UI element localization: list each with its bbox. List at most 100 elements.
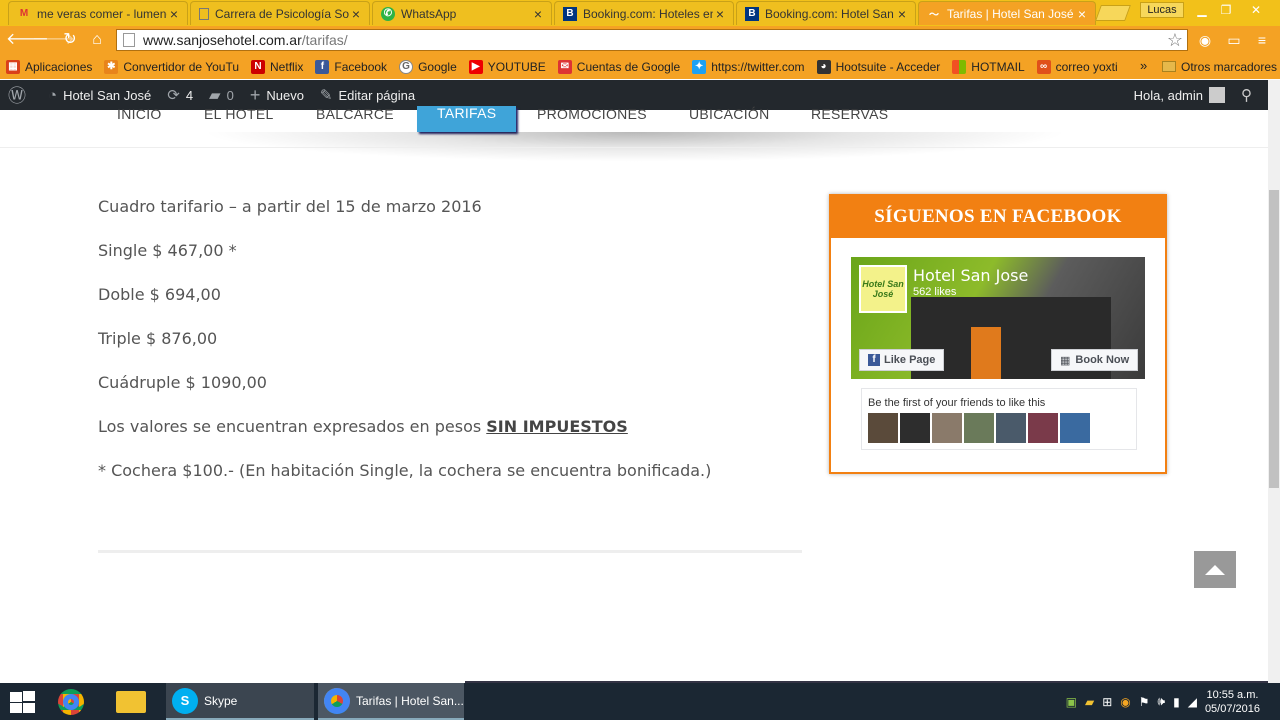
close-icon[interactable]: ×	[895, 6, 909, 22]
close-icon[interactable]: ×	[713, 6, 727, 22]
cover-photo-detail	[971, 327, 1001, 379]
taskbar-chrome[interactable]	[52, 683, 100, 720]
friend-avatar[interactable]	[1060, 413, 1090, 443]
wp-account-greeting[interactable]: Hola, admin	[1134, 88, 1203, 103]
tray-norton-icon[interactable]: ◉	[1120, 695, 1130, 709]
taskbar-skype[interactable]: S Skype	[166, 683, 314, 720]
friend-avatar[interactable]	[900, 413, 930, 443]
tray-folder-icon[interactable]: ▰	[1085, 695, 1094, 709]
friend-avatar[interactable]	[996, 413, 1026, 443]
facebook-page-name[interactable]: Hotel San Jose	[913, 266, 1028, 285]
bookmark-star-icon[interactable]: ☆	[1167, 30, 1183, 50]
wp-new-content[interactable]: + Nuevo	[242, 85, 312, 106]
facebook-widget: SÍGUENOS EN FACEBOOK Hotel San José Hote…	[829, 194, 1167, 474]
profile-button[interactable]: Lucas	[1140, 2, 1184, 18]
back-arrow-icon[interactable]: 🡐	[6, 30, 49, 50]
bookmark-cuentas-google[interactable]: ✉ Cuentas de Google	[552, 59, 686, 74]
home-icon[interactable]: ⌂	[86, 30, 108, 50]
friend-avatar[interactable]	[932, 413, 962, 443]
bookmark-label: Hootsuite - Acceder	[835, 59, 941, 74]
forward-arrow-icon[interactable]: 🡒	[32, 30, 75, 50]
tab-whatsapp[interactable]: ✆ WhatsApp ×	[372, 1, 552, 25]
bookmark-netflix[interactable]: N Netflix	[245, 59, 309, 74]
other-bookmarks-folder[interactable]: Otros marcadores	[1162, 54, 1277, 79]
bookmark-hotmail[interactable]: HOTMAIL	[946, 59, 1030, 74]
menu-icon[interactable]: ≡	[1252, 30, 1272, 50]
wp-comments-count: 0	[226, 87, 234, 103]
menu-item-el-hotel[interactable]: EL HOTEL	[204, 106, 274, 132]
extension-owl-icon[interactable]: ◉	[1195, 30, 1215, 50]
friend-avatar[interactable]	[1028, 413, 1058, 443]
bookmark-google[interactable]: G Google	[393, 59, 463, 74]
bookmark-label: Facebook	[334, 59, 388, 74]
wp-edit-label: Editar página	[338, 87, 416, 103]
system-clock[interactable]: 10:55 a.m. 05/07/2016	[1205, 688, 1260, 716]
menu-item-promociones[interactable]: PROMOCIONES	[537, 106, 647, 132]
bookmark-hootsuite[interactable]: ◕ Hootsuite - Acceder	[811, 59, 947, 74]
bookmark-youtube[interactable]: ▶ YOUTUBE	[463, 59, 552, 74]
page-scrollbar-thumb[interactable]	[1269, 190, 1279, 488]
tray-app-icon[interactable]: ▣	[1066, 695, 1077, 709]
close-icon[interactable]: ×	[167, 6, 181, 22]
tab-psicologia[interactable]: Carrera de Psicología Soc ×	[190, 1, 370, 25]
facebook-page-cover[interactable]: Hotel San José Hotel San Jose 562 likes …	[851, 257, 1145, 379]
content-divider	[98, 550, 802, 553]
bookmark-aplicaciones[interactable]: ▦ Aplicaciones	[0, 59, 98, 74]
close-icon[interactable]: ×	[1075, 6, 1089, 22]
rates-content: Cuadro tarifario – a partir del 15 de ma…	[98, 196, 802, 504]
tab-tarifas[interactable]: 〜 Tarifas | Hotel San José ×	[918, 1, 1096, 25]
taskbar-file-explorer[interactable]	[110, 683, 162, 720]
bookmark-convertidor[interactable]: ✱ Convertidor de YouTu	[98, 59, 245, 74]
bookmark-correo-yoxti[interactable]: ∞ correo yoxti	[1031, 59, 1124, 74]
menu-item-ubicacion[interactable]: UBICACIÓN	[689, 106, 770, 132]
wp-logo-menu[interactable]: Ⓦ	[0, 82, 40, 108]
avatar[interactable]	[1209, 87, 1225, 103]
like-page-button[interactable]: f Like Page	[859, 349, 945, 371]
tab-booking-hotel[interactable]: B Booking.com: Hotel San J ×	[736, 1, 916, 25]
facebook-likes-count: 562 likes	[913, 286, 957, 298]
bookmark-label: https://twitter.com	[711, 59, 805, 74]
tray-windows-icon[interactable]: ⊞	[1102, 695, 1112, 709]
taskbar-chrome-window[interactable]: Tarifas | Hotel San...	[318, 683, 464, 720]
mail-icon: ✉	[557, 59, 572, 74]
bookmark-facebook[interactable]: f Facebook	[309, 59, 393, 74]
wifi-icon[interactable]: ◢	[1188, 695, 1197, 709]
minimize-icon[interactable]: ▁	[1190, 1, 1214, 19]
menu-item-reservas[interactable]: RESERVAS	[811, 106, 888, 132]
windows-icon	[952, 59, 967, 74]
close-icon[interactable]: ×	[349, 6, 363, 22]
menu-item-tarifas[interactable]: TARIFAS	[417, 106, 517, 132]
action-center-flag-icon[interactable]: ⚑	[1139, 695, 1150, 709]
menu-item-inicio[interactable]: INICIO	[117, 106, 162, 132]
menu-item-balcarce[interactable]: BALCARCE	[316, 106, 394, 132]
close-window-icon[interactable]: ✕	[1240, 1, 1272, 19]
wp-site-name[interactable]: ◔ Hotel San José	[40, 87, 159, 104]
battery-icon[interactable]: ▮	[1173, 695, 1180, 709]
windows-start-button[interactable]	[8, 691, 36, 713]
close-icon[interactable]: ×	[531, 6, 545, 22]
wp-comments[interactable]: ▰ 0	[201, 86, 242, 104]
url-field[interactable]: www.sanjosehotel.com.ar/tarifas/ ☆	[116, 29, 1188, 51]
bookmark-twitter[interactable]: ✦ https://twitter.com	[686, 59, 810, 74]
search-icon[interactable]: ⚲	[1241, 86, 1252, 104]
wp-updates[interactable]: ⟳ 4	[159, 86, 201, 104]
wp-edit-page[interactable]: ✎ Editar página	[312, 86, 423, 104]
reload-icon[interactable]: ↻	[59, 30, 81, 50]
tab-gmail[interactable]: M me veras comer - lumend ×	[8, 1, 188, 25]
new-tab-button[interactable]	[1095, 5, 1131, 21]
tab-label: me veras comer - lumend	[37, 6, 167, 21]
extension-cast-icon[interactable]: ▭	[1224, 30, 1244, 50]
header-rule	[0, 147, 1268, 148]
friend-avatar[interactable]	[964, 413, 994, 443]
hotel-logo[interactable]: Hotel San José	[859, 265, 907, 313]
bookmark-label: Cuentas de Google	[576, 59, 681, 74]
bookmarks-overflow-button[interactable]: »	[1140, 58, 1147, 73]
restore-icon[interactable]: ❐	[1214, 1, 1238, 19]
friend-avatar[interactable]	[868, 413, 898, 443]
volume-icon[interactable]: 🕪	[1158, 694, 1166, 709]
tab-booking-hoteles[interactable]: B Booking.com: Hoteles en ×	[554, 1, 734, 25]
bookmark-label: Google	[418, 59, 457, 74]
friend-faces	[868, 413, 1092, 443]
scroll-to-top-button[interactable]	[1194, 551, 1236, 588]
book-now-button[interactable]: ▦ Book Now	[1051, 349, 1139, 371]
